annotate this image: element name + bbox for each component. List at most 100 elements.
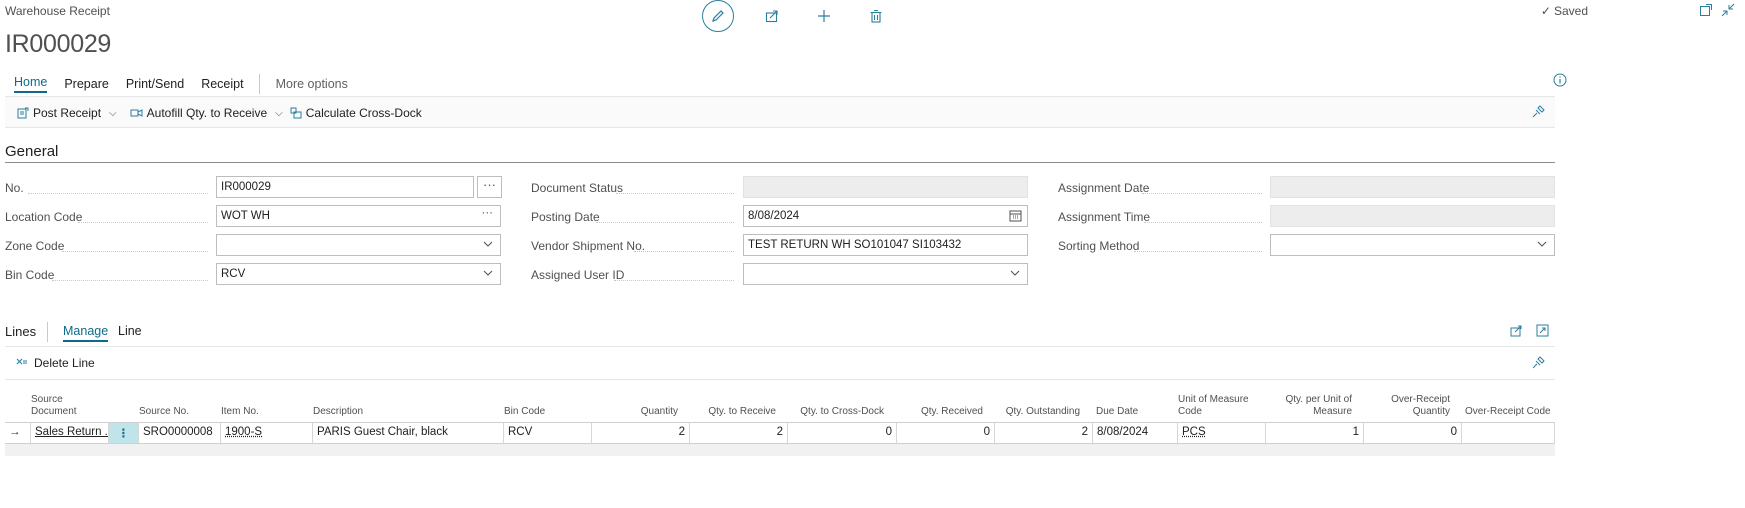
lookup-ellipsis-icon[interactable]: ··· bbox=[482, 207, 494, 219]
menu-receipt[interactable]: Receipt bbox=[201, 77, 243, 91]
plus-icon bbox=[818, 10, 830, 22]
check-icon: ✓ bbox=[1540, 4, 1551, 18]
dots bbox=[616, 193, 734, 194]
vendor-shipment-no-label: Vendor Shipment No. bbox=[531, 239, 646, 253]
cell-source-document[interactable]: Sales Return ... bbox=[30, 423, 108, 443]
lines-separator bbox=[47, 322, 48, 342]
dots bbox=[78, 222, 208, 223]
sorting-method-field[interactable] bbox=[1270, 234, 1555, 256]
page-caption: Warehouse Receipt bbox=[5, 4, 110, 18]
autofill-button[interactable]: Autofill Qty. to Receive bbox=[130, 106, 267, 120]
no-label: No. bbox=[5, 181, 24, 195]
more-options[interactable]: More options bbox=[276, 77, 348, 91]
col-quantity[interactable]: Quantity bbox=[600, 406, 678, 418]
pin-icon[interactable] bbox=[1532, 356, 1545, 369]
open-new-window-icon[interactable] bbox=[1699, 3, 1713, 17]
autofill-icon bbox=[130, 109, 143, 117]
dots bbox=[1142, 193, 1262, 194]
col-over-receipt-quantity[interactable]: Over-Receipt Quantity bbox=[1368, 394, 1450, 418]
col-description[interactable]: Description bbox=[313, 406, 363, 418]
col-qty-to-cross-dock[interactable]: Qty. to Cross-Dock bbox=[788, 406, 884, 418]
cell-qty-received[interactable]: 0 bbox=[896, 423, 994, 443]
dots bbox=[52, 280, 208, 281]
dots bbox=[596, 222, 734, 223]
dots bbox=[614, 280, 734, 281]
action-menu: Home Prepare Print/Send Receipt More opt… bbox=[14, 74, 348, 94]
col-source-no[interactable]: Source No. bbox=[139, 406, 189, 418]
posting-date-field[interactable]: 8/08/2024 bbox=[743, 205, 1028, 227]
posting-date-label: Posting Date bbox=[531, 210, 600, 224]
cell-due-date[interactable]: 8/08/2024 bbox=[1092, 423, 1177, 443]
post-receipt-button[interactable]: Post Receipt bbox=[17, 106, 101, 120]
chevron-down-icon bbox=[1010, 270, 1020, 276]
menu-prepare[interactable]: Prepare bbox=[64, 77, 108, 91]
cell-qty-to-receive[interactable]: 2 bbox=[689, 423, 787, 443]
tab-line[interactable]: Line bbox=[118, 324, 142, 338]
post-receipt-chevron-down-icon[interactable]: ⌵ bbox=[109, 108, 117, 119]
col-unit-of-measure-code[interactable]: Unit of Measure Code bbox=[1178, 394, 1249, 418]
col-item-no[interactable]: Item No. bbox=[221, 406, 259, 418]
cell-description[interactable]: PARIS Guest Chair, black bbox=[312, 423, 503, 443]
row-selector-arrow-icon[interactable]: → bbox=[5, 423, 30, 443]
col-qty-to-receive[interactable]: Qty. to Receive bbox=[690, 406, 776, 418]
col-bin-code[interactable]: Bin Code bbox=[504, 406, 545, 418]
col-qty-per-unit-of-measure[interactable]: Qty. per Unit of Measure bbox=[1270, 394, 1352, 418]
col-qty-received[interactable]: Qty. Received bbox=[897, 406, 983, 418]
col-qty-outstanding[interactable]: Qty. Outstanding bbox=[995, 406, 1080, 418]
col-source-document[interactable]: Source Document bbox=[31, 394, 77, 418]
menu-home[interactable]: Home bbox=[14, 75, 48, 93]
assigned-user-id-field[interactable] bbox=[743, 263, 1028, 285]
share-button[interactable] bbox=[758, 4, 786, 28]
assignment-date-label: Assignment Date bbox=[1058, 181, 1150, 195]
grid-bottom-area bbox=[5, 444, 1555, 456]
expand-icon[interactable] bbox=[1536, 324, 1549, 337]
calculate-cross-dock-button[interactable]: Calculate Cross-Dock bbox=[290, 106, 422, 120]
location-code-field[interactable]: WOT WH ··· bbox=[216, 205, 501, 227]
chevron-down-icon bbox=[483, 241, 493, 247]
pencil-icon bbox=[712, 10, 724, 22]
cell-item-no[interactable]: 1900-S bbox=[220, 423, 312, 443]
assignment-time-field bbox=[1270, 205, 1555, 227]
cell-qty-to-cross-dock[interactable]: 0 bbox=[787, 423, 896, 443]
general-section-title[interactable]: General bbox=[5, 143, 58, 160]
cell-over-receipt-quantity[interactable]: 0 bbox=[1363, 423, 1461, 443]
no-field[interactable]: IR000029 bbox=[216, 176, 474, 198]
assigned-user-id-label: Assigned User ID bbox=[531, 268, 625, 282]
info-icon[interactable] bbox=[1553, 73, 1567, 87]
new-button[interactable] bbox=[810, 4, 838, 28]
zone-code-field[interactable] bbox=[216, 234, 501, 256]
pin-icon[interactable] bbox=[1532, 105, 1545, 118]
menu-print-send[interactable]: Print/Send bbox=[126, 77, 184, 91]
trash-icon bbox=[870, 9, 882, 23]
bin-code-field[interactable]: RCV bbox=[216, 263, 501, 285]
chevron-down-icon bbox=[483, 270, 493, 276]
action-bar: Post Receipt ⌵ Autofill Qty. to Receive … bbox=[5, 96, 1555, 128]
cell-over-receipt-code[interactable] bbox=[1461, 423, 1555, 443]
delete-line-button[interactable]: Delete Line bbox=[16, 356, 95, 370]
no-lookup-button[interactable]: ··· bbox=[477, 176, 502, 198]
delete-button[interactable] bbox=[862, 4, 890, 28]
document-status-label: Document Status bbox=[531, 181, 624, 195]
cell-source-no[interactable]: SRO0000008 bbox=[138, 423, 220, 443]
row-menu-button[interactable]: ⋮ bbox=[108, 423, 138, 443]
lines-section-title[interactable]: Lines bbox=[5, 324, 36, 339]
dots bbox=[1144, 222, 1262, 223]
cell-unit-of-measure-code[interactable]: PCS bbox=[1177, 423, 1265, 443]
cell-quantity[interactable]: 2 bbox=[591, 423, 689, 443]
edit-button[interactable] bbox=[702, 0, 734, 32]
share-icon[interactable] bbox=[1510, 324, 1523, 337]
table-row[interactable]: → Sales Return ... ⋮ SRO0000008 1900-S P… bbox=[5, 422, 1555, 444]
col-due-date[interactable]: Due Date bbox=[1096, 406, 1138, 418]
dots bbox=[634, 251, 734, 252]
tab-manage[interactable]: Manage bbox=[63, 324, 109, 342]
col-over-receipt-code[interactable]: Over-Receipt Code bbox=[1465, 406, 1551, 418]
cell-qty-outstanding[interactable]: 2 bbox=[994, 423, 1092, 443]
cell-qty-per-unit-of-measure[interactable]: 1 bbox=[1265, 423, 1363, 443]
calendar-icon[interactable] bbox=[1009, 209, 1022, 222]
collapse-icon[interactable] bbox=[1721, 3, 1735, 17]
dots bbox=[1134, 251, 1262, 252]
cell-bin-code[interactable]: RCV bbox=[503, 423, 591, 443]
post-icon bbox=[17, 107, 29, 119]
vendor-shipment-no-field[interactable]: TEST RETURN WH SO101047 SI103432 bbox=[743, 234, 1028, 256]
autofill-chevron-down-icon[interactable]: ⌵ bbox=[275, 108, 283, 119]
